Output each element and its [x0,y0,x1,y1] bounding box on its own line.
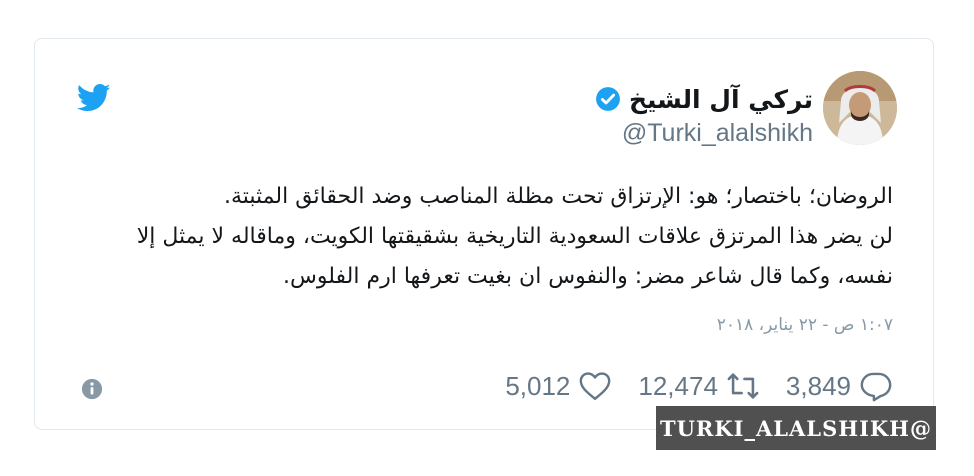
reply-action[interactable]: 3,849 [786,369,893,403]
watermark-label: TURKI_ALALSHIKH@ [656,406,936,450]
tweet-text-line: نفسه، وكما قال شاعر مضر: والنفوس ان بغيت… [283,264,893,289]
avatar-image [823,71,897,145]
tweet-author[interactable]: تركي آل الشيخ @Turki_alalshikh [595,83,813,148]
retweet-icon[interactable] [726,369,760,403]
reply-count: 3,849 [785,370,851,401]
author-display-name[interactable]: تركي آل الشيخ [629,85,813,114]
verified-badge-icon [596,87,620,111]
tweet-text: الروضان؛ باختصار؛ هو: الإرتزاق تحت مظلة … [77,177,893,297]
tweet-card: تركي آل الشيخ @Turki_alalshikh الروضان؛ … [34,38,934,430]
heart-icon[interactable] [578,369,612,403]
author-name-row: تركي آل الشيخ [595,83,813,115]
like-count: 5,012 [505,370,571,401]
tweet-text-line: الروضان؛ باختصار؛ هو: الإرتزاق تحت مظلة … [223,184,893,209]
twitter-bird-icon[interactable] [77,83,111,113]
like-action[interactable]: 5,012 [505,369,612,403]
retweet-action[interactable]: 12,474 [638,369,760,403]
author-handle[interactable]: @Turki_alalshikh [595,119,813,148]
tweet-text-line: لن يضر هذا المرتزق علاقات السعودية التار… [136,224,893,249]
reply-icon[interactable] [859,369,893,403]
tweet-actions: 5,012 12,474 3,849 [505,369,893,403]
avatar[interactable] [823,71,897,145]
retweet-count: 12,474 [638,370,718,401]
info-icon[interactable] [81,378,103,400]
tweet-timestamp[interactable]: ١:٠٧ ص - ٢٢ يناير، ٢٠١٨ [717,315,893,335]
